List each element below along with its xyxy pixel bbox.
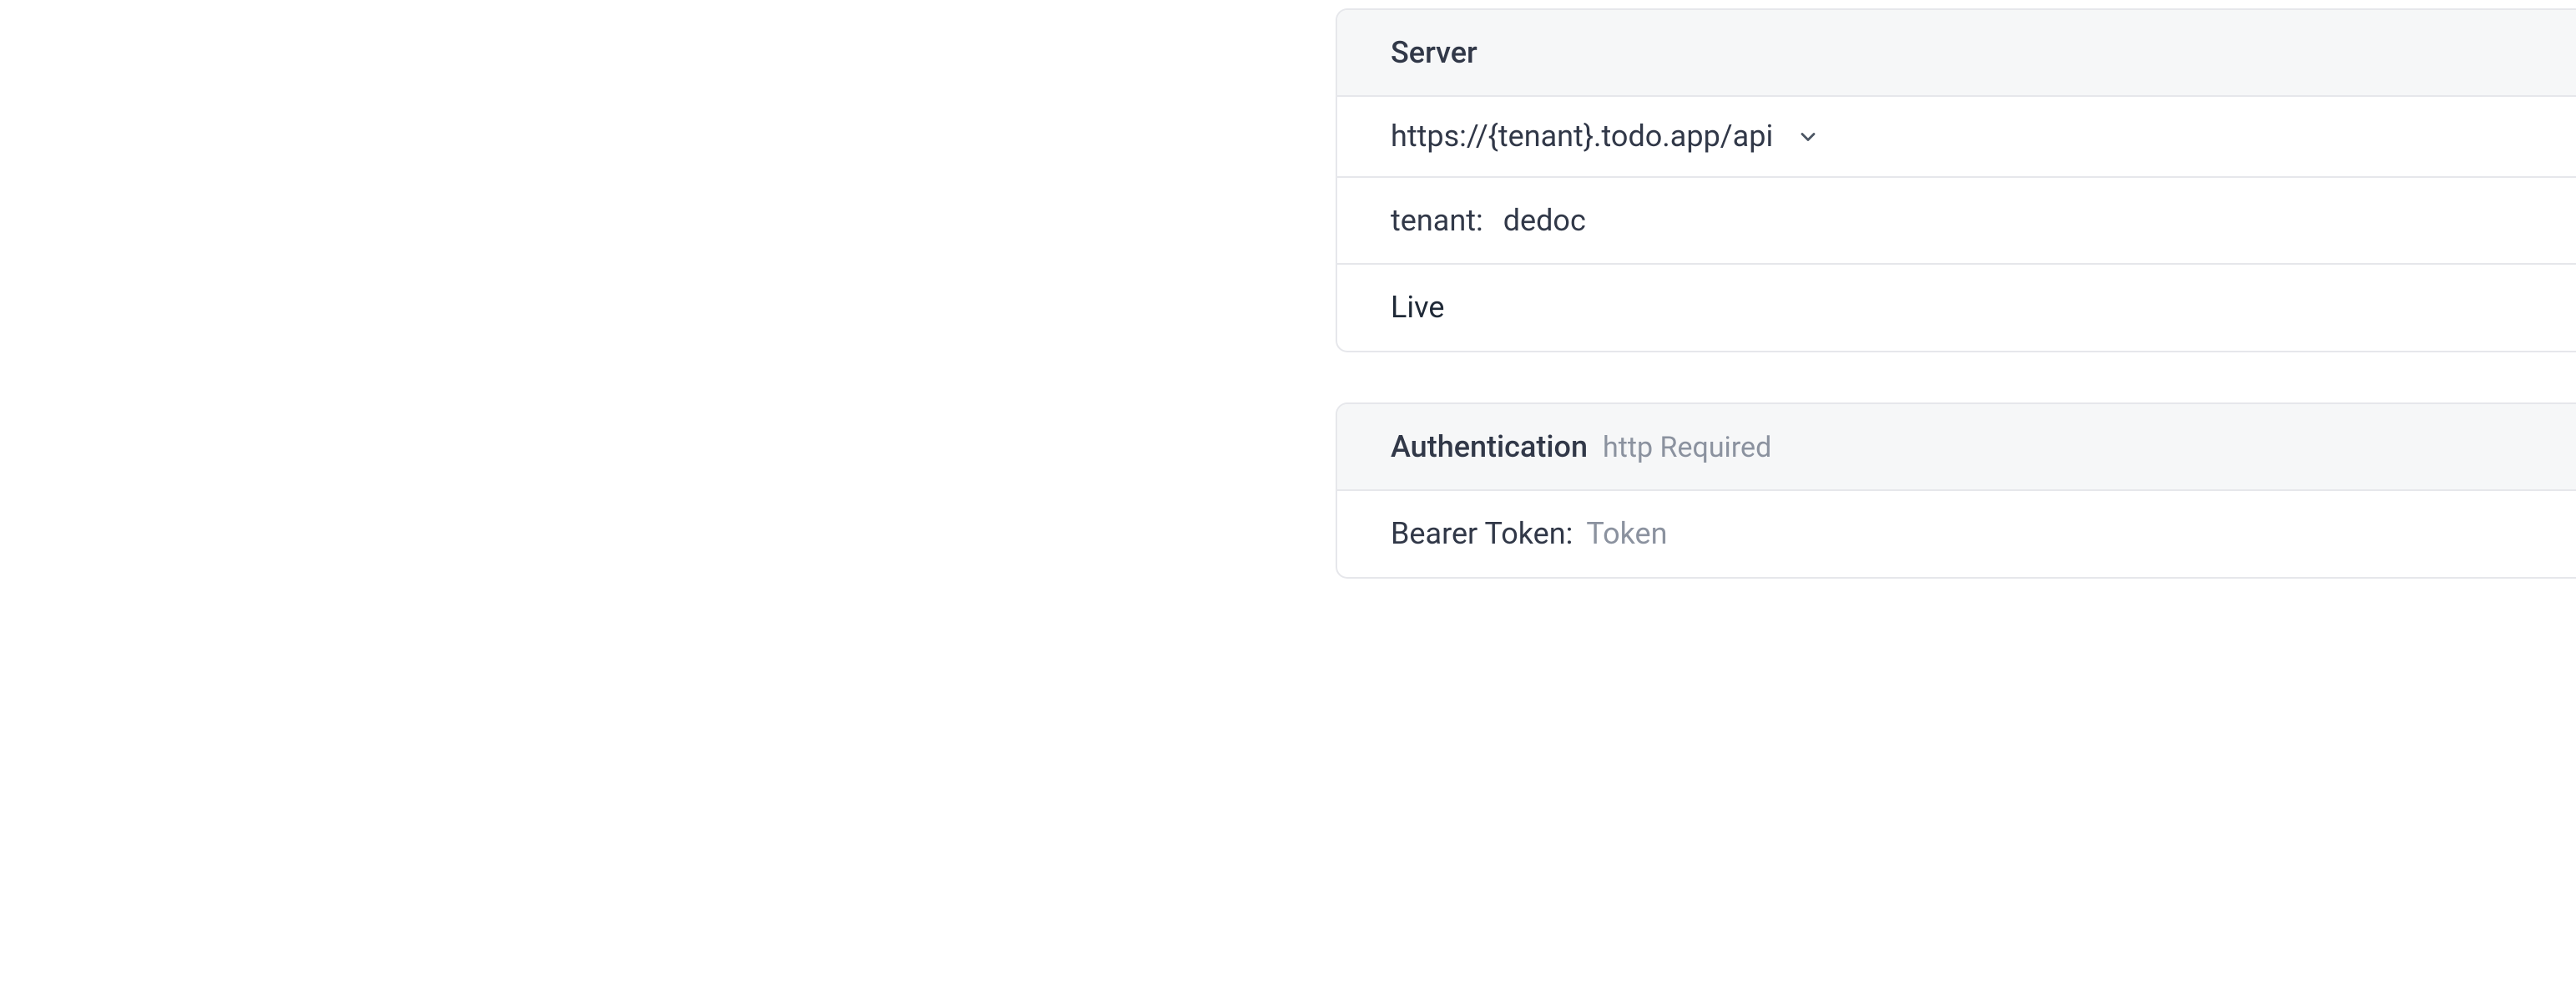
authentication-panel: Authentication http Required Bearer Toke… [1336,402,2576,579]
server-url-row: https://{tenant}.todo.app/api [1337,97,2576,177]
bearer-token-input[interactable] [1586,513,2523,554]
authentication-panel-subtitle: http Required [1603,428,1771,468]
server-mode-value: Live [1391,286,1444,328]
bearer-token-row: Bearer Token: [1337,491,2576,576]
server-url-value: https://{tenant}.todo.app/api [1391,115,1773,157]
server-mode-row: Live [1337,265,2576,350]
bearer-token-label: Bearer Token: [1391,513,1573,554]
server-panel: Server https://{tenant}.todo.app/api ten… [1336,8,2576,352]
server-variable-value[interactable]: dedoc [1503,200,1586,241]
chevron-down-icon [1796,125,1820,149]
server-panel-title: Server [1391,32,1477,73]
server-panel-header: Server [1337,10,2576,97]
server-variable-label: tenant: [1391,200,1483,241]
authentication-panel-header: Authentication http Required [1337,404,2576,492]
authentication-panel-title: Authentication [1391,426,1588,468]
server-variable-row: tenant: dedoc [1337,178,2576,265]
server-url-select[interactable]: https://{tenant}.todo.app/api [1391,115,1820,157]
api-description-text: O. This is a REST API for . e no redunda… [0,0,484,506]
